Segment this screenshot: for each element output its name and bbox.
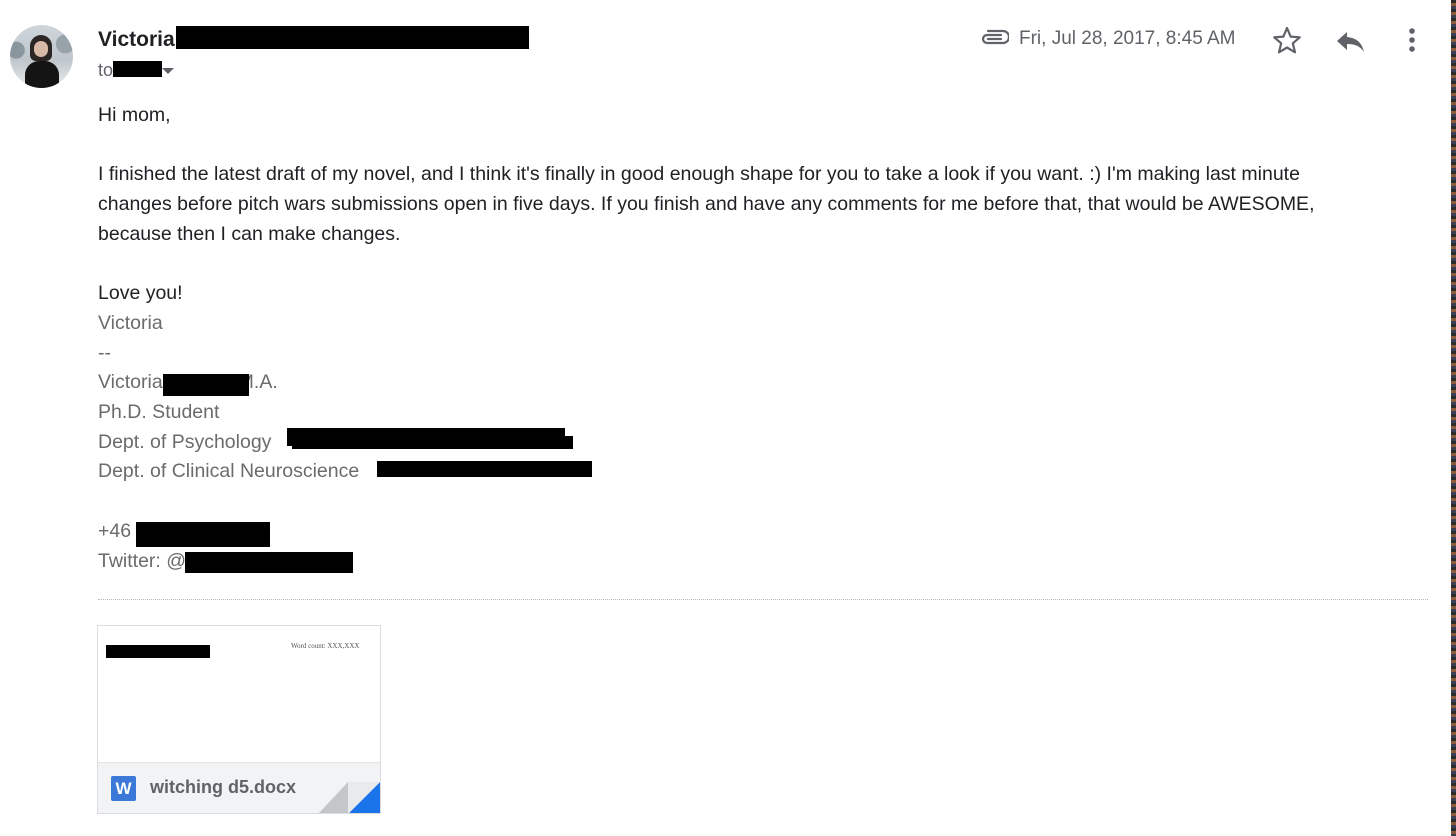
email-body: Hi mom, I finished the latest draft of m… [98, 101, 1398, 576]
reply-icon[interactable] [1333, 24, 1367, 58]
redaction-preview-title [106, 645, 210, 658]
preview-wordcount: Word count: XXX,XXX [291, 642, 360, 650]
redaction-phone [136, 522, 270, 547]
signature-full-name: Victoria [98, 371, 163, 394]
attachment-footer[interactable]: W witching d5.docx [98, 762, 380, 813]
signature-title: Ph.D. Student [98, 401, 220, 423]
sender-avatar[interactable] [10, 25, 73, 88]
redaction-recipient [113, 61, 162, 77]
attachment-card[interactable]: Word count: XXX,XXX W witching d5.docx [97, 625, 381, 814]
chevron-down-icon[interactable] [162, 68, 174, 74]
attachment-divider [98, 599, 1428, 600]
word-doc-icon: W [111, 776, 136, 801]
signature-dept2: Dept. of Clinical Neuroscience [98, 460, 360, 483]
paragraph-line: changes before pitch wars submissions op… [98, 193, 1315, 216]
more-vert-icon[interactable] [1400, 24, 1424, 58]
signature-phone: +46 [98, 519, 132, 542]
sender-name[interactable]: Victoria [98, 28, 175, 52]
redaction-sender-surname [176, 26, 529, 49]
redaction-twitter [185, 552, 353, 573]
signature-name: Victoria [98, 311, 163, 334]
paragraph-line: because then I can make changes. [98, 222, 401, 245]
paperclip-icon [981, 29, 1009, 45]
avatar-body [25, 61, 59, 88]
signature-full-name-line: Victoria M.A. [98, 368, 1398, 398]
redaction-university-2 [292, 436, 573, 449]
avatar-face [34, 41, 48, 57]
attachment-filename[interactable]: witching d5.docx [150, 777, 296, 798]
attachment-preview[interactable]: Word count: XXX,XXX [98, 626, 380, 761]
email-date: Fri, Jul 28, 2017, 8:45 AM [1019, 28, 1236, 49]
recipient-prefix: to [98, 60, 114, 80]
signature-separator: -- [98, 341, 111, 364]
page-fold-icon [318, 782, 380, 813]
greeting: Hi mom, [98, 104, 171, 126]
paragraph-line: I finished the latest draft of my novel,… [98, 163, 1300, 186]
closing: Love you! [98, 282, 183, 305]
redaction-institute [377, 461, 592, 477]
star-icon[interactable] [1270, 24, 1304, 58]
redaction-signature-surname [163, 374, 249, 396]
window-edge [1451, 0, 1456, 836]
